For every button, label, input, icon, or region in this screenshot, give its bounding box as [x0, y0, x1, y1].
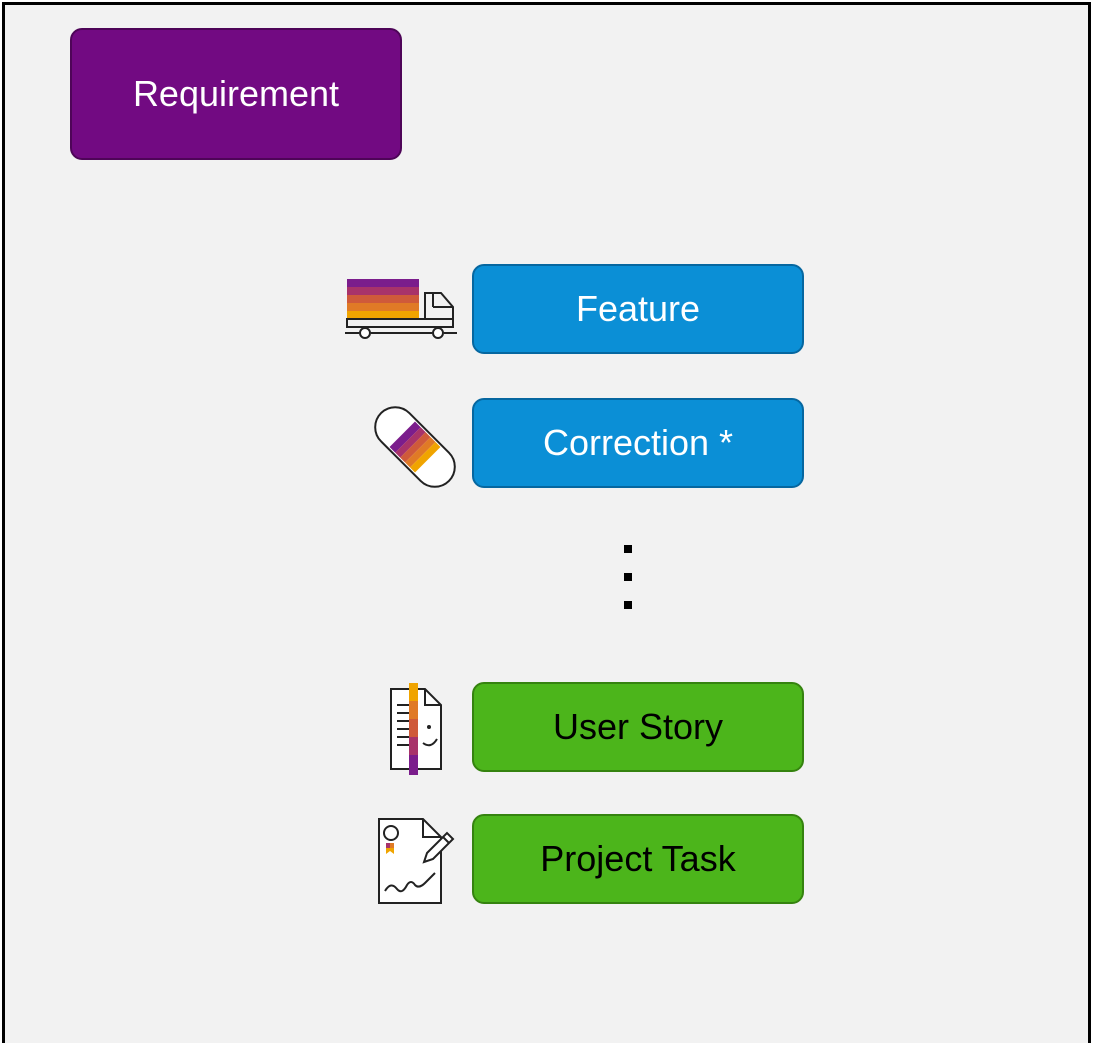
- correction-label: Correction *: [542, 422, 734, 463]
- signed-contract-icon: [378, 818, 455, 904]
- requirement-label: Requirement: [132, 73, 340, 114]
- document-face-icon: [390, 683, 442, 775]
- correction-box: Correction *: [472, 398, 804, 488]
- project-task-box: Project Task: [472, 814, 804, 904]
- bandage-icon: [374, 406, 456, 488]
- project-task-label: Project Task: [540, 838, 736, 879]
- diagram-canvas: Requirement Feature Correction * User St…: [2, 2, 1091, 1043]
- user-story-box: User Story: [472, 682, 804, 772]
- vertical-ellipsis-icon: [624, 545, 634, 615]
- feature-label: Feature: [575, 288, 701, 329]
- truck-icon: [345, 279, 457, 339]
- requirement-box: Requirement: [70, 28, 402, 160]
- feature-box: Feature: [472, 264, 804, 354]
- user-story-label: User Story: [552, 706, 724, 747]
